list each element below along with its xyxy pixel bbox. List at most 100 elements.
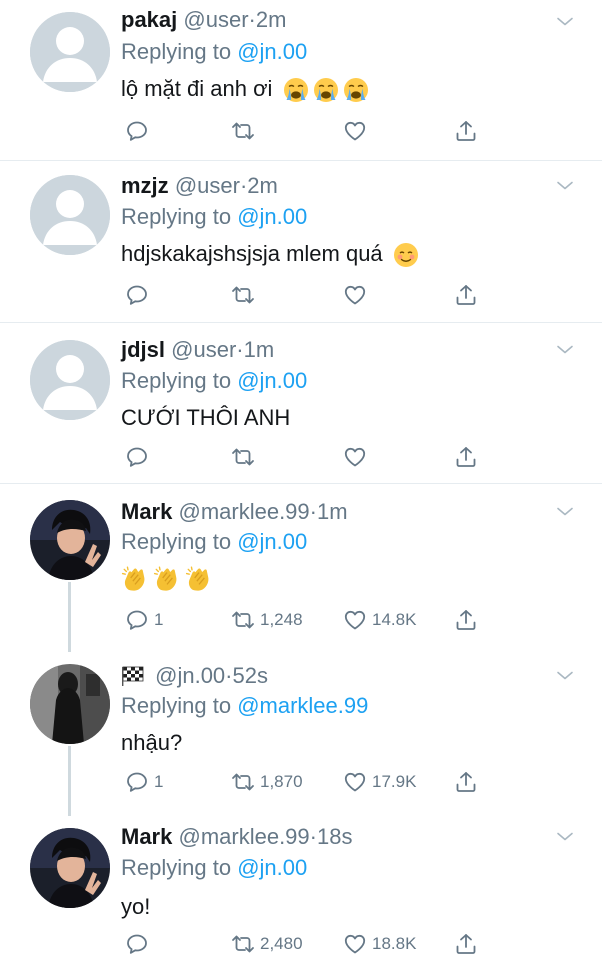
reply-mention[interactable]: @jn.00 (237, 529, 307, 554)
display-name[interactable]: pakaj (121, 7, 177, 32)
reply-mention[interactable]: @jn.00 (237, 204, 307, 229)
tweet-actions: 1 1,248 14.8K (121, 605, 491, 635)
retweet-icon (231, 770, 255, 794)
share-button[interactable] (454, 442, 478, 472)
heart-icon (343, 608, 367, 632)
user-handle[interactable]: @user (171, 337, 236, 362)
timestamp[interactable]: 52s (233, 663, 268, 688)
retweet-count: 1,248 (260, 610, 303, 629)
tweet-text: CƯỚI THÔI ANH (121, 405, 291, 430)
tweet-actions (121, 116, 491, 146)
like-button[interactable]: 14.8K (343, 605, 416, 635)
chevron-down-icon[interactable] (553, 338, 577, 362)
share-button[interactable] (454, 605, 478, 635)
tweet-mark-2[interactable]: Mark @marklee.99·18s Replying to @jn.00 … (0, 812, 602, 960)
reply-icon (125, 608, 149, 632)
user-handle[interactable]: @user (175, 173, 240, 198)
retweet-button[interactable]: 1,870 (231, 767, 303, 797)
user-handle[interactable]: @marklee.99 (178, 499, 309, 524)
heart-icon (343, 119, 367, 143)
reply-mention[interactable]: @marklee.99 (237, 693, 368, 718)
reply-mention[interactable]: @jn.00 (237, 39, 307, 64)
retweet-count: 2,480 (260, 934, 303, 953)
heart-icon (343, 932, 367, 956)
timestamp[interactable]: 2m (247, 173, 278, 198)
avatar[interactable] (30, 340, 110, 420)
user-handle[interactable]: @jn.00 (155, 663, 225, 688)
reply-icon (125, 119, 149, 143)
timestamp[interactable]: 1m (317, 499, 348, 524)
retweet-button[interactable]: 1,248 (231, 605, 303, 635)
retweet-button[interactable] (231, 280, 255, 310)
share-button[interactable] (454, 116, 478, 146)
like-button[interactable]: 18.8K (343, 929, 416, 959)
share-icon (454, 932, 478, 956)
like-button[interactable] (343, 116, 367, 146)
tweet-mark-1[interactable]: Mark @marklee.99·1m Replying to @jn.00 1… (0, 484, 602, 648)
loudly-crying-face-icon (313, 77, 339, 103)
timestamp[interactable]: 1m (244, 337, 275, 362)
retweet-button[interactable] (231, 116, 255, 146)
tweet-text: lộ mặt đi anh ơi (121, 75, 373, 103)
like-count: 17.9K (372, 772, 417, 791)
like-count: 14.8K (372, 610, 417, 629)
retweet-icon (231, 608, 255, 632)
tweet-jn00[interactable]: @jn.00·52s Replying to @marklee.99 nhậu?… (0, 648, 602, 812)
timestamp[interactable]: 2m (256, 7, 287, 32)
tweet-mzjz[interactable]: mzjz @user·2m Replying to @jn.00 hdjskak… (0, 161, 602, 322)
timestamp[interactable]: 18s (317, 824, 352, 849)
avatar[interactable] (30, 12, 110, 92)
clapping-hands-icon (185, 565, 213, 593)
tweet-text: yo! (121, 894, 151, 919)
retweet-icon (231, 283, 255, 307)
like-button[interactable]: 17.9K (343, 767, 416, 797)
user-handle[interactable]: @user (183, 7, 248, 32)
reply-icon (125, 932, 149, 956)
reply-button[interactable] (125, 116, 149, 146)
user-handle[interactable]: @marklee.99 (178, 824, 309, 849)
reply-button[interactable]: 1 (125, 605, 163, 635)
reply-count: 1 (154, 610, 164, 629)
tweet-jdjsl[interactable]: jdjsl @user·1m Replying to @jn.00 CƯỚI T… (0, 323, 602, 483)
loudly-crying-face-icon (343, 77, 369, 103)
display-name[interactable]: jdjsl (121, 337, 165, 362)
loudly-crying-face-icon (283, 77, 309, 103)
retweet-icon (231, 932, 255, 956)
reply-count: 1 (154, 772, 164, 791)
retweet-button[interactable]: 2,480 (231, 929, 303, 959)
share-button[interactable] (454, 929, 478, 959)
reply-button[interactable]: 1 (125, 767, 163, 797)
reply-button[interactable] (125, 929, 154, 959)
retweet-button[interactable] (231, 442, 255, 472)
display-name[interactable]: mzjz (121, 173, 169, 198)
display-name[interactable]: Mark (121, 499, 172, 524)
avatar[interactable] (30, 664, 110, 744)
reply-icon (125, 770, 149, 794)
tweet-text (121, 564, 217, 593)
chevron-down-icon[interactable] (553, 825, 577, 849)
reply-mention[interactable]: @jn.00 (237, 368, 307, 393)
heart-icon (343, 283, 367, 307)
avatar[interactable] (30, 175, 110, 255)
share-icon (454, 119, 478, 143)
display-name[interactable]: Mark (121, 824, 172, 849)
reply-button[interactable] (125, 442, 149, 472)
like-button[interactable] (343, 280, 367, 310)
chevron-down-icon[interactable] (553, 500, 577, 524)
share-icon (454, 445, 478, 469)
avatar[interactable] (30, 500, 110, 580)
chevron-down-icon[interactable] (553, 174, 577, 198)
avatar[interactable] (30, 828, 110, 908)
retweet-icon (231, 119, 255, 143)
share-button[interactable] (454, 280, 478, 310)
share-button[interactable] (454, 767, 478, 797)
reply-button[interactable] (125, 280, 149, 310)
clapping-hands-icon (153, 565, 181, 593)
tweet-pakaj[interactable]: pakaj @user·2m Replying to @jn.00 lộ mặt… (0, 0, 602, 160)
retweet-count: 1,870 (260, 772, 303, 791)
reply-mention[interactable]: @jn.00 (237, 855, 307, 880)
chevron-down-icon[interactable] (553, 664, 577, 688)
chevron-down-icon[interactable] (553, 10, 577, 34)
like-button[interactable] (343, 442, 367, 472)
heart-icon (343, 445, 367, 469)
